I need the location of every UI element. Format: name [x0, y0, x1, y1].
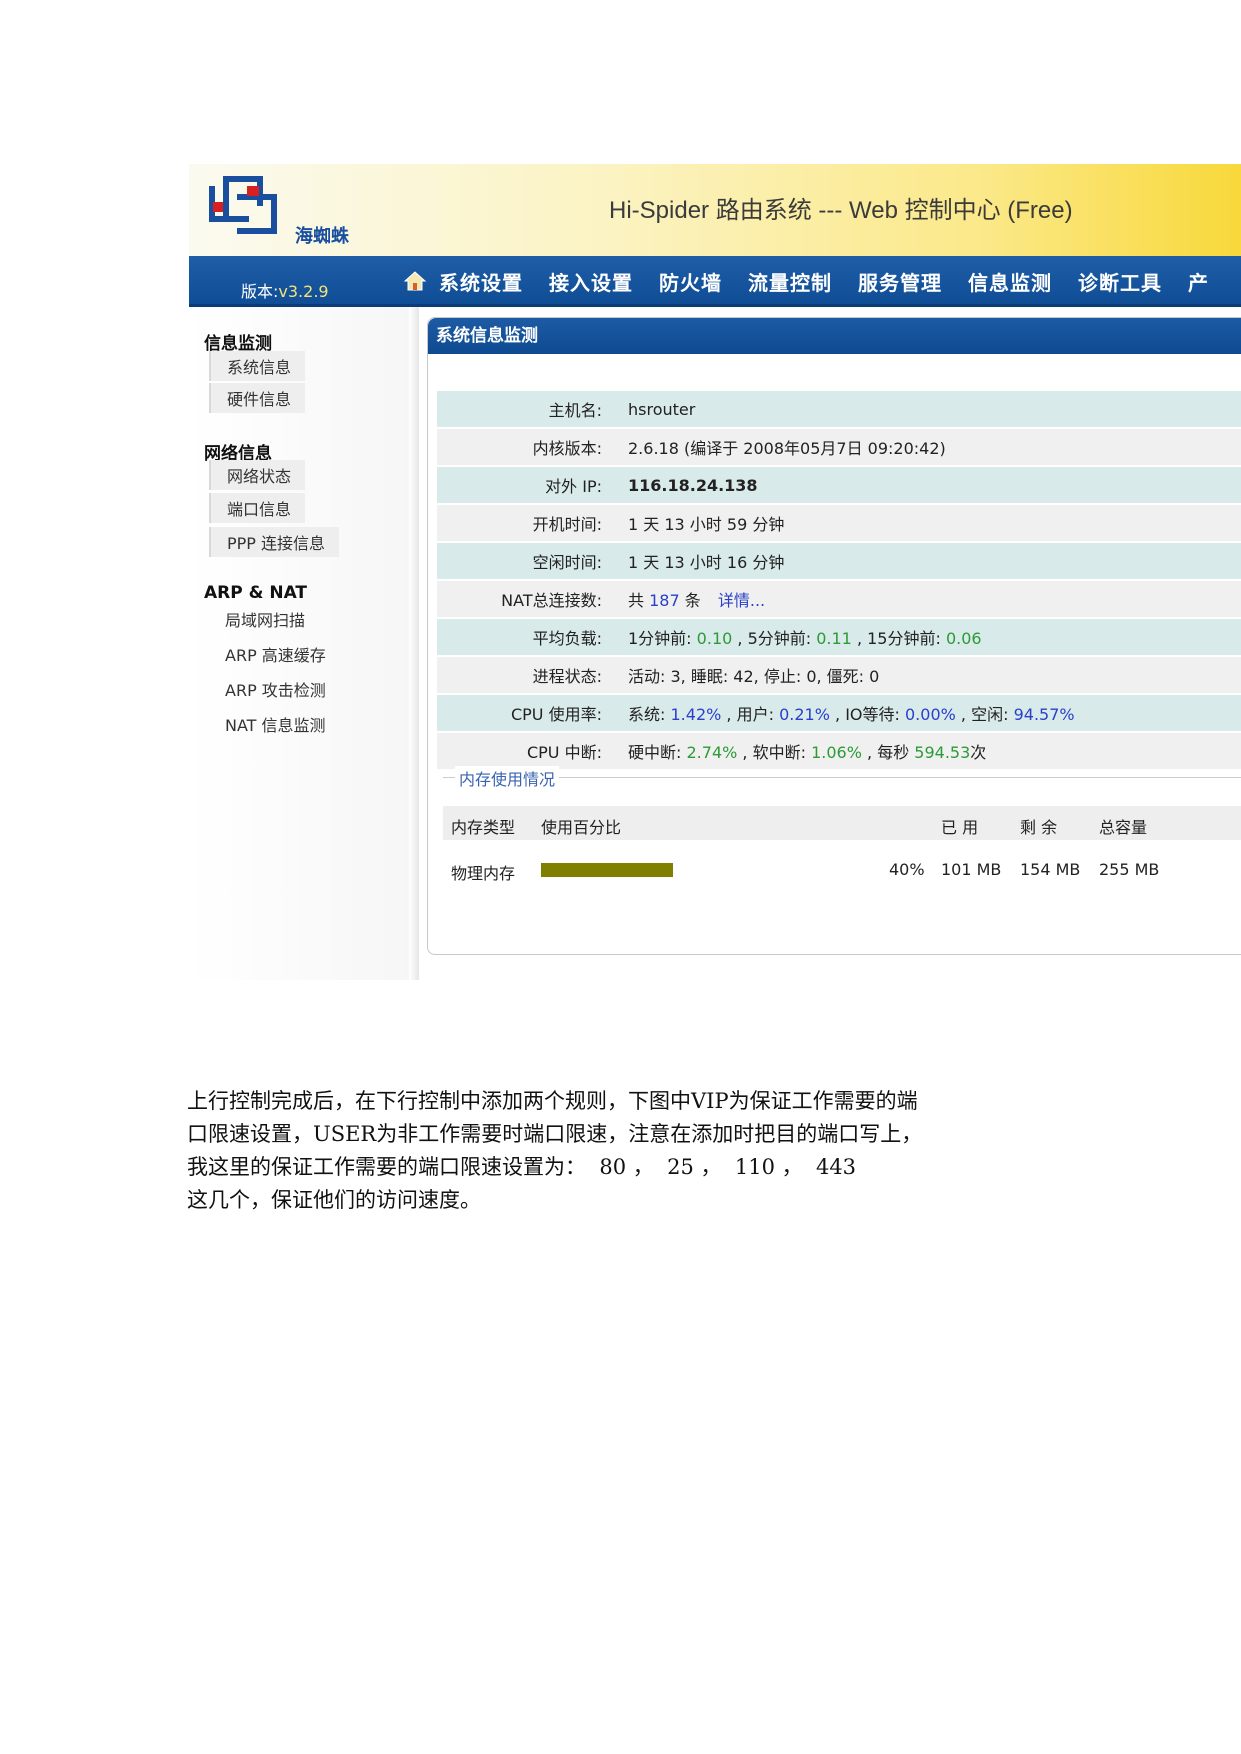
doc-line: 这几个，保证他们的访问速度。 [187, 1188, 481, 1212]
row-idle-time: 空闲时间: 1 天 13 小时 16 分钟 [437, 543, 1241, 579]
memory-row-physical: 物理内存 40% 101 MB 154 MB 255 MB [451, 860, 1160, 883]
sidebar-item-nat-monitor[interactable]: NAT 信息监测 [225, 712, 326, 736]
row-nat-connections: NAT总连接数: 共 187 条 详情... [437, 581, 1241, 617]
nav-info-monitor[interactable]: 信息监测 [968, 267, 1052, 296]
main-content: 系统信息监测 主机名: hsrouter 内核版本: 2.6.18 (编译于 2… [421, 307, 1241, 980]
sidebar-group-arp-nat: ARP & NAT [204, 583, 308, 603]
doc-line: 口限速设置，USER为非工作需要时端口限速，注意在添加时把目的端口写上， [187, 1122, 923, 1146]
version-label: 版本:v3.2.9 [241, 282, 329, 301]
nav-system-settings[interactable]: 系统设置 [439, 267, 523, 296]
nav-firewall[interactable]: 防火墙 [659, 267, 722, 296]
nat-count: 187 [649, 591, 680, 610]
nat-details-link[interactable]: 详情... [718, 591, 765, 610]
doc-line: 上行控制完成后，在下行控制中添加两个规则，下图中VIP为保证工作需要的端 [187, 1089, 918, 1113]
top-navbar: 版本:v3.2.9 系统设置 接入设置 防火墙 流量控制 服务管理 信息监测 诊… [189, 256, 1241, 307]
memory-legend: 内存使用情况 [455, 766, 560, 790]
nav-menu: 系统设置 接入设置 防火墙 流量控制 服务管理 信息监测 诊断工具 产 [439, 267, 1209, 296]
version-value: v3.2.9 [278, 282, 329, 301]
row-load-average: 平均负载: 1分钟前: 0.10 , 5分钟前: 0.11 , 15分钟前: 0… [437, 619, 1241, 655]
app-title: Hi-Spider 路由系统 --- Web 控制中心 (Free) [609, 197, 1073, 224]
nav-product[interactable]: 产 [1188, 267, 1209, 296]
sidebar: 信息监测 系统信息 硬件信息 网络信息 网络状态 端口信息 PPP 连接信息 A… [189, 307, 419, 980]
sidebar-item-port-info[interactable]: 端口信息 [209, 493, 306, 523]
sidebar-item-network-status[interactable]: 网络状态 [209, 460, 306, 490]
row-cpu-interrupts: CPU 中断: 硬中断: 2.74% , 软中断: 1.06% , 每秒 594… [437, 733, 1241, 769]
sidebar-item-arp-attack[interactable]: ARP 攻击检测 [225, 677, 326, 701]
hi-spider-logo: 海蜘蛛 [209, 176, 350, 247]
nav-service-management[interactable]: 服务管理 [858, 267, 942, 296]
document-text: 上行控制完成后，在下行控制中添加两个规则，下图中VIP为保证工作需要的端 口限速… [187, 1085, 1087, 1217]
svg-text:海蜘蛛: 海蜘蛛 [295, 225, 350, 247]
sidebar-item-lan-scan[interactable]: 局域网扫描 [225, 607, 305, 631]
doc-line: 我这里的保证工作需要的端口限速设置为： 80 ， 25 ， 110 ， 443 [187, 1155, 857, 1179]
router-screenshot: 海蜘蛛 Hi-Spider 路由系统 --- Web 控制中心 (Free) 版… [189, 164, 1241, 980]
header: 海蜘蛛 Hi-Spider 路由系统 --- Web 控制中心 (Free) [189, 164, 1241, 257]
row-hostname: 主机名: hsrouter [437, 391, 1241, 427]
nav-diagnostic-tools[interactable]: 诊断工具 [1078, 267, 1162, 296]
sidebar-item-arp-cache[interactable]: ARP 高速缓存 [225, 642, 326, 666]
row-process-status: 进程状态: 活动: 3, 睡眠: 42, 停止: 0, 僵死: 0 [437, 657, 1241, 693]
nav-traffic-control[interactable]: 流量控制 [748, 267, 832, 296]
sidebar-item-ppp-info[interactable]: PPP 连接信息 [209, 527, 340, 557]
home-icon[interactable] [403, 269, 427, 293]
nav-access-settings[interactable]: 接入设置 [549, 267, 633, 296]
row-cpu-usage: CPU 使用率: 系统: 1.42% , 用户: 0.21% , IO等待: 0… [437, 695, 1241, 731]
memory-usage-bar [541, 863, 673, 877]
panel-title: 系统信息监测 [428, 318, 1241, 354]
row-kernel: 内核版本: 2.6.18 (编译于 2008年05月7日 09:20:42) [437, 429, 1241, 465]
sidebar-item-system-info[interactable]: 系统信息 [209, 351, 306, 381]
memory-usage-fieldset: 内存使用情况 内存类型 使用百分比 已 用 剩 余 总容量 物理内存 40% 1… [443, 766, 1241, 928]
row-external-ip: 对外 IP: 116.18.24.138 [437, 467, 1241, 503]
memory-table-header: 内存类型 使用百分比 已 用 剩 余 总容量 [443, 806, 1241, 840]
sidebar-item-hardware-info[interactable]: 硬件信息 [209, 383, 306, 413]
row-uptime: 开机时间: 1 天 13 小时 59 分钟 [437, 505, 1241, 541]
system-info-table: 主机名: hsrouter 内核版本: 2.6.18 (编译于 2008年05月… [437, 389, 1241, 771]
